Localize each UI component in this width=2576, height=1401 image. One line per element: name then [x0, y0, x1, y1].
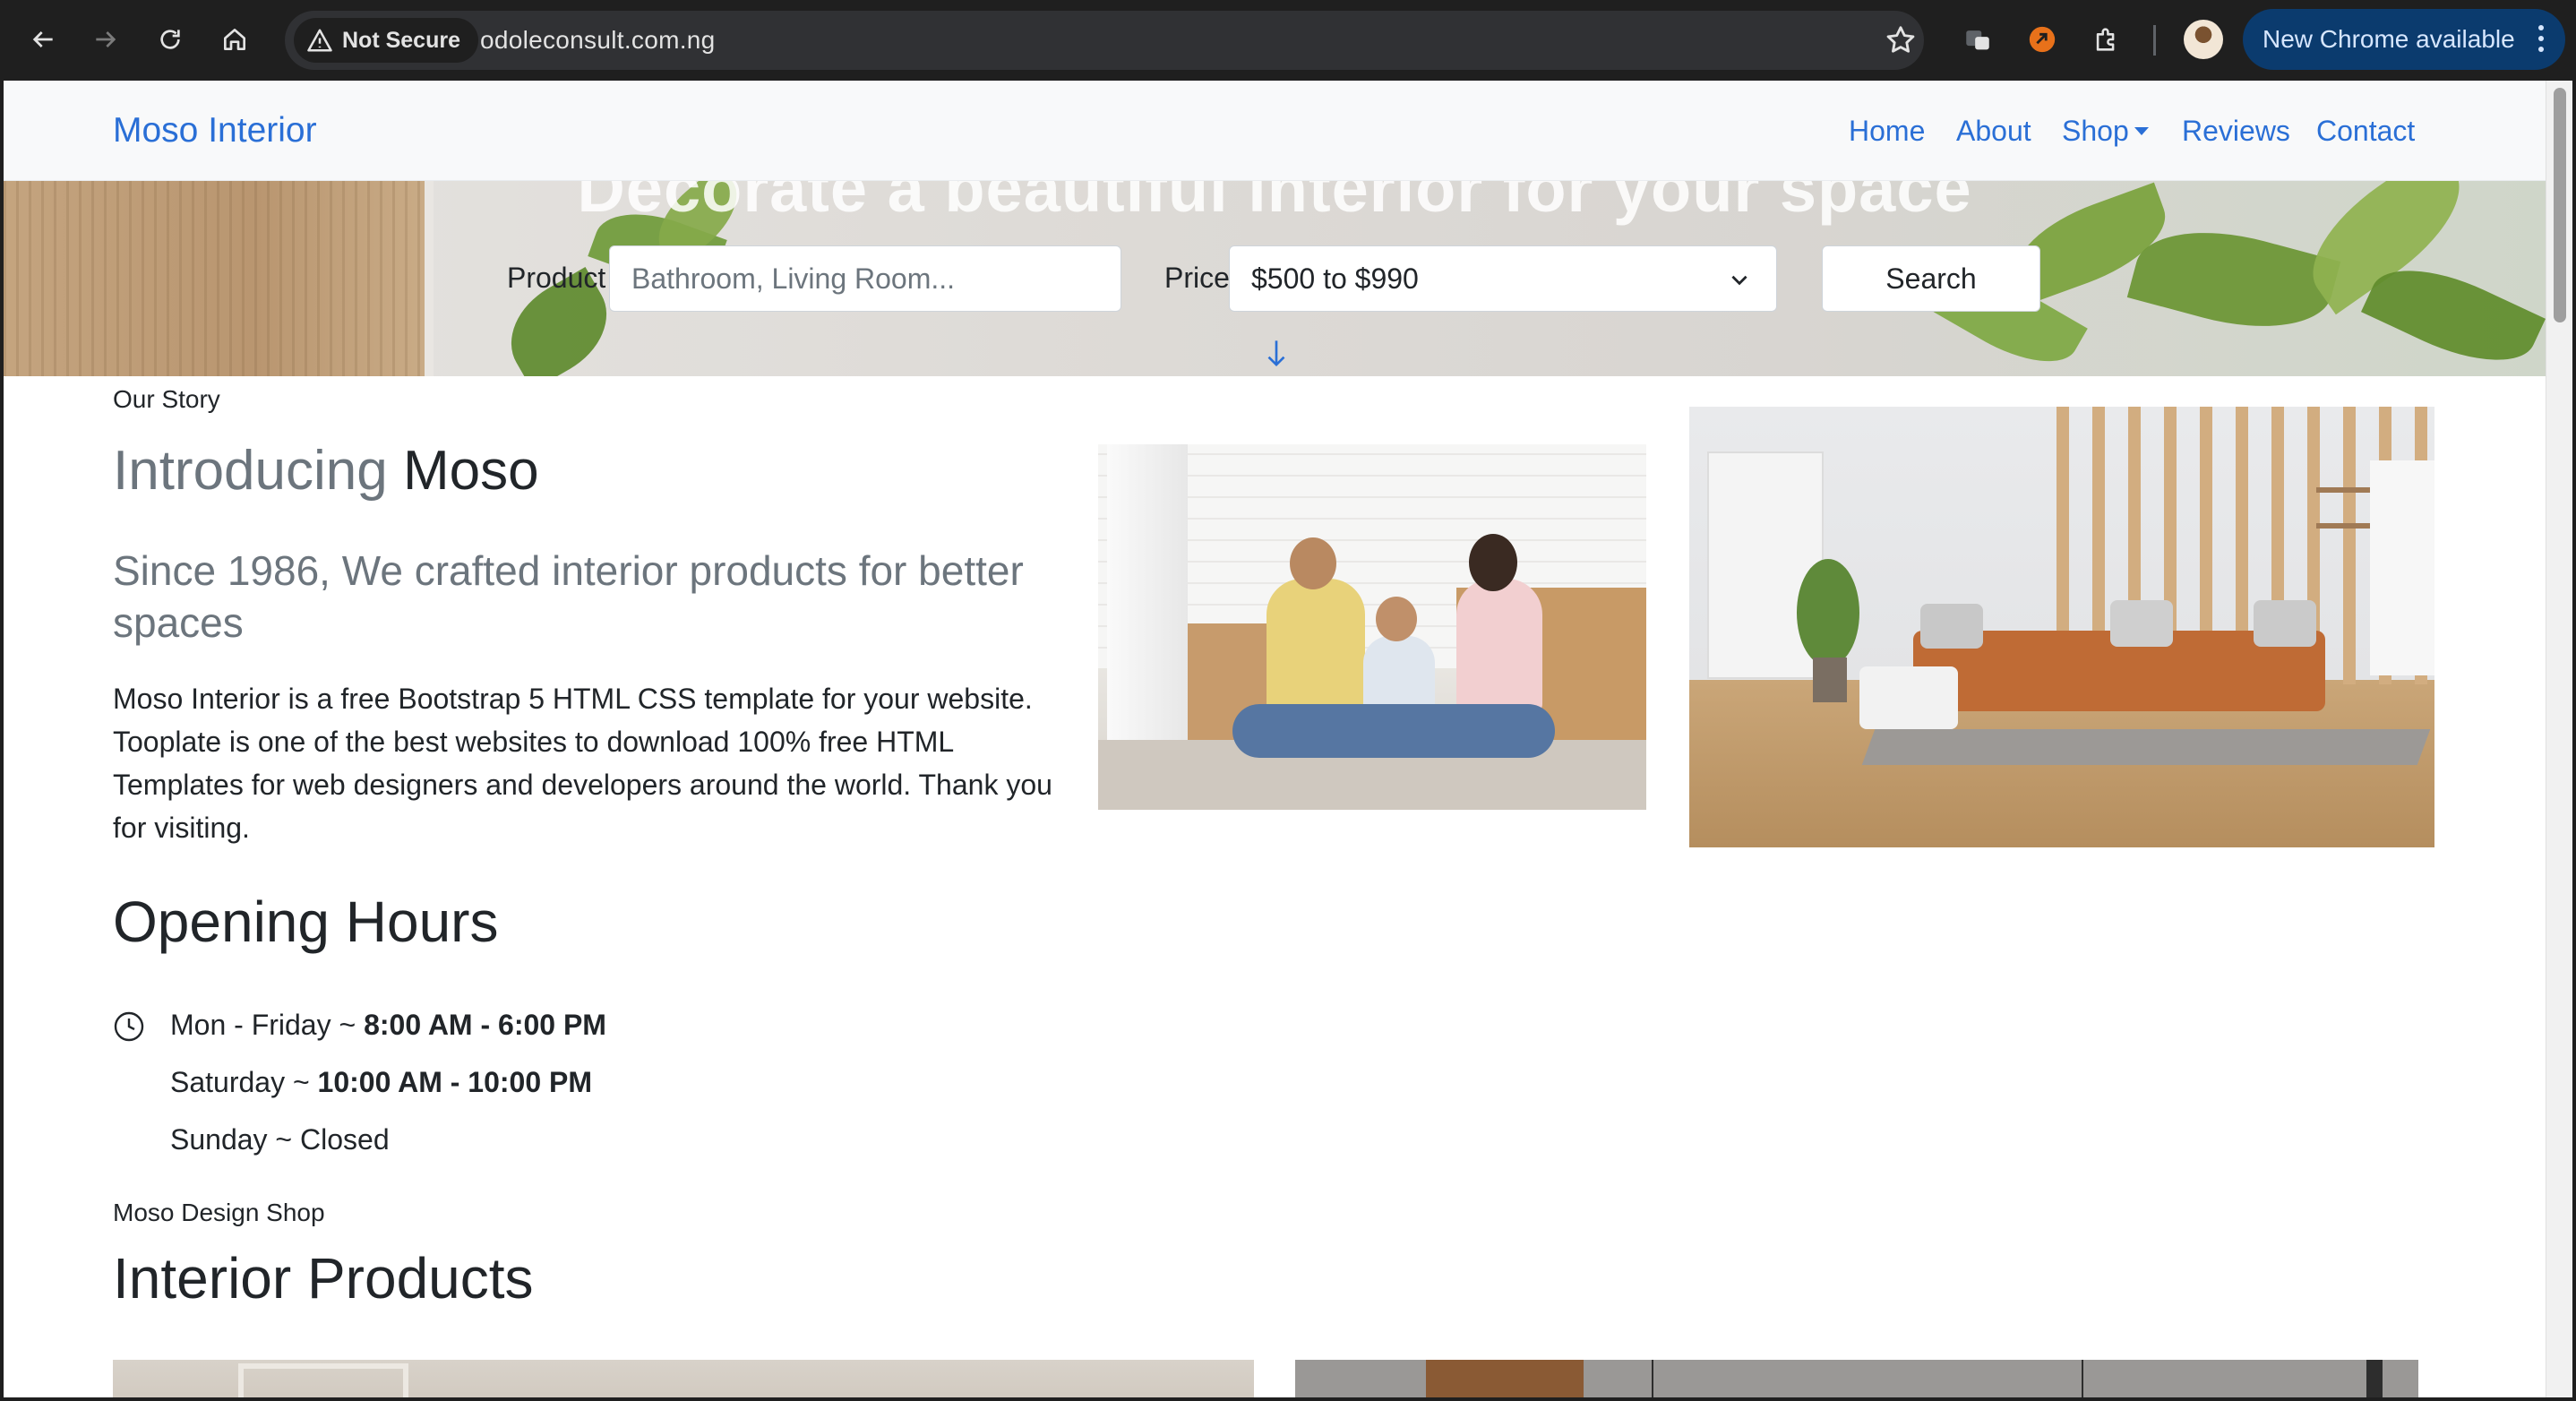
chrome-update-button[interactable]: New Chrome available: [2243, 9, 2565, 70]
nav-about[interactable]: About: [1956, 81, 2031, 181]
security-chip[interactable]: Not Secure: [294, 18, 478, 63]
hours-time: 8:00 AM - 6:00 PM: [364, 1009, 606, 1041]
product-input[interactable]: Bathroom, Living Room...: [609, 245, 1121, 312]
toolbar-divider: [2153, 25, 2156, 56]
living-room-photo: [1689, 407, 2434, 847]
hours-row-weekdays: Mon - Friday ~ 8:00 AM - 6:00 PM: [170, 1009, 606, 1042]
security-label: Not Secure: [342, 27, 460, 53]
brand-logo[interactable]: Moso Interior: [113, 81, 317, 181]
nav-home[interactable]: Home: [1849, 81, 1925, 181]
page-viewport: Moso Interior Home About Shop Reviews Co…: [4, 81, 2546, 1397]
more-icon[interactable]: [2538, 25, 2546, 57]
story-subheading: Since 1986, We crafted interior products…: [113, 547, 1024, 646]
price-select-value: $500 to $990: [1251, 262, 1419, 295]
address-bar[interactable]: Not Secure odoleconsult.com.ng: [285, 11, 1924, 70]
shop-kicker: Moso Design Shop: [113, 1199, 325, 1226]
opening-hours-heading: Opening Hours: [113, 890, 499, 954]
clock-icon: [114, 1011, 144, 1042]
puzzle-icon[interactable]: [2087, 20, 2126, 59]
hours-day: Mon - Friday ~: [170, 1009, 365, 1041]
caret-down-icon: [2134, 127, 2149, 135]
price-select[interactable]: $500 to $990: [1229, 245, 1777, 312]
url-text[interactable]: odoleconsult.com.ng: [480, 11, 716, 70]
story-heading-dark: Moso: [403, 440, 539, 502]
nav-shop[interactable]: Shop: [2062, 81, 2149, 181]
nav-reviews[interactable]: Reviews: [2182, 81, 2290, 181]
back-icon[interactable]: [23, 20, 63, 59]
hours-time: 10:00 AM - 10:00 PM: [317, 1066, 593, 1098]
story-heading-light: Introducing: [113, 440, 388, 502]
warning-icon: [307, 29, 332, 52]
search-button[interactable]: Search: [1822, 245, 2040, 312]
products-heading: Interior Products: [113, 1246, 534, 1311]
extension-orange-icon[interactable]: [2022, 20, 2062, 59]
hours-day: Sunday ~ Closed: [170, 1123, 390, 1156]
browser-toolbar: Not Secure odoleconsult.com.ng New Chrom…: [0, 0, 2576, 81]
reload-icon[interactable]: [150, 20, 190, 59]
product-label: Product: [507, 262, 606, 294]
product-image-2[interactable]: [1295, 1360, 2418, 1397]
forward-icon[interactable]: [86, 20, 125, 59]
nav-shop-label: Shop: [2062, 115, 2129, 147]
site-navbar: Moso Interior Home About Shop Reviews Co…: [4, 81, 2546, 181]
chevron-down-icon: [1731, 275, 1747, 286]
update-label: New Chrome available: [2263, 25, 2515, 53]
hours-row-saturday: Saturday ~ 10:00 AM - 10:00 PM: [170, 1066, 592, 1099]
scrollbar-thumb[interactable]: [2554, 88, 2566, 322]
family-photo: [1098, 444, 1646, 810]
hours-day: Saturday ~: [170, 1066, 318, 1098]
profile-avatar[interactable]: [2184, 20, 2223, 59]
star-icon[interactable]: [1884, 23, 1918, 57]
page-scrollbar[interactable]: [2546, 81, 2572, 1397]
product-image-1[interactable]: [113, 1360, 1254, 1397]
story-kicker: Our Story: [113, 385, 220, 413]
hours-row-sunday: Sunday ~ Closed: [170, 1123, 390, 1156]
story-body: Moso Interior is a free Bootstrap 5 HTML…: [113, 683, 1052, 844]
story-heading: Introducing Moso: [113, 439, 539, 503]
hero-title: Decorate a beautiful interior for your s…: [577, 181, 1972, 226]
translate-icon[interactable]: [1958, 20, 1997, 59]
price-label: Price: [1164, 262, 1230, 294]
nav-contact[interactable]: Contact: [2316, 81, 2415, 181]
scroll-down-arrow-icon[interactable]: [1263, 339, 1290, 369]
home-icon[interactable]: [215, 20, 254, 59]
